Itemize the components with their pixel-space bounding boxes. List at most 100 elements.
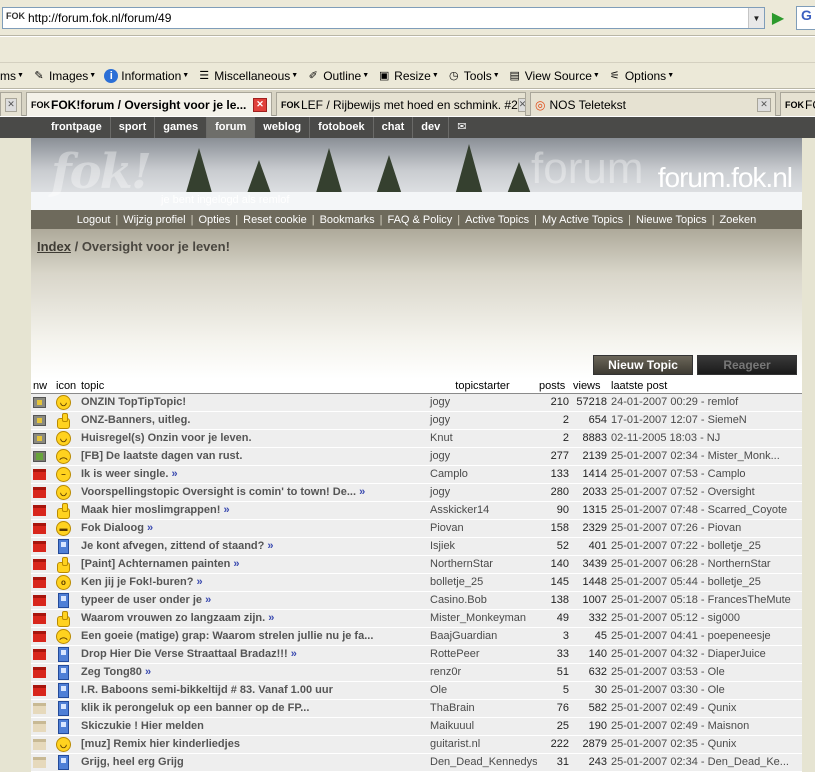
topic-row[interactable]: Waarom vrouwen zo langzaam zijn. » Mister… <box>31 609 802 628</box>
topic-starter[interactable]: jogy <box>428 483 537 502</box>
topic-row[interactable]: Zeg Tong80 » renz0r 51 632 25-01-2007 03:53 … <box>31 663 802 682</box>
toolbar-menu-view-source[interactable]: ▤ View Source ▼ <box>508 69 600 83</box>
topic-title-cell[interactable]: ONZIN TopTipTopic! <box>79 393 428 412</box>
topic-title-link[interactable]: Maak hier moslimgrappen! <box>81 504 220 516</box>
browser-tab[interactable]: FOKFC <box>780 92 815 116</box>
topic-last-post[interactable]: 25-01-2007 05:12 - sig000 <box>609 609 802 628</box>
nav-forum[interactable]: forum <box>207 117 256 138</box>
topic-last-post[interactable]: 25-01-2007 04:32 - DiaperJuice <box>609 645 802 664</box>
topic-last-post[interactable]: 25-01-2007 05:18 - FrancesTheMute <box>609 591 802 610</box>
topic-title-cell[interactable]: Huisregel(s) Onzin voor je leven. <box>79 429 428 448</box>
topic-starter[interactable]: Ole <box>428 681 537 700</box>
topic-starter[interactable]: ThaBrain <box>428 699 537 718</box>
topic-title-cell[interactable]: [muz] Remix hier kinderliedjes <box>79 735 428 754</box>
nav-fotoboek[interactable]: fotoboek <box>310 117 374 138</box>
browser-tab[interactable]: ◎ NOS Teletekst ✕ <box>530 92 776 116</box>
topic-row[interactable]: Grijg, heel erg Grijg Den_Dead_Kennedys 31… <box>31 753 802 772</box>
close-tab-icon[interactable]: ✕ <box>517 97 525 112</box>
toolbar-menu-options[interactable]: ⚟ Options ▼ <box>608 69 674 83</box>
fok-logo[interactable]: fok! <box>51 144 152 200</box>
topic-starter[interactable]: Isjiek <box>428 537 537 556</box>
topic-last-post[interactable]: 25-01-2007 02:49 - Qunix <box>609 699 802 718</box>
topic-starter[interactable]: jogy <box>428 393 537 412</box>
user-menu-nieuwe-topics[interactable]: Nieuwe Topics <box>636 214 707 226</box>
topic-title-link[interactable]: Je kont afvegen, zittend of staand? <box>81 540 264 552</box>
toolbar-menu-images[interactable]: ✎ Images ▼ <box>32 69 96 83</box>
nav-sport[interactable]: sport <box>111 117 156 138</box>
topic-starter[interactable]: Maikuuul <box>428 717 537 736</box>
last-page-link[interactable]: » <box>223 504 229 516</box>
last-page-link[interactable]: » <box>233 558 239 570</box>
topic-title-link[interactable]: Zeg Tong80 <box>81 666 142 678</box>
topic-row[interactable]: ︵ [FB] De laatste dagen van rust. jogy 277 2… <box>31 447 802 466</box>
topic-last-post[interactable]: 25-01-2007 05:44 - bolletje_25 <box>609 573 802 592</box>
tab-scroll-left-button[interactable]: ✕ <box>0 92 22 116</box>
topic-row[interactable]: Drop Hier Die Verse Straattaal Bradaz!!!… <box>31 645 802 664</box>
user-menu-zoeken[interactable]: Zoeken <box>720 214 757 226</box>
last-page-link[interactable]: » <box>147 522 153 534</box>
user-menu-my-active-topics[interactable]: My Active Topics <box>542 214 623 226</box>
topic-starter[interactable]: Knut <box>428 429 537 448</box>
topic-starter[interactable]: jogy <box>428 447 537 466</box>
toolbar-menu-resize[interactable]: ▣ Resize ▼ <box>377 69 439 83</box>
topic-last-post[interactable]: 25-01-2007 07:22 - bolletje_25 <box>609 537 802 556</box>
topic-row[interactable]: o Ken jij je Fok!-buren? » bolletje_25 145 1… <box>31 573 802 592</box>
reply-button[interactable]: Reageer <box>697 355 797 375</box>
topic-starter[interactable]: Piovan <box>428 519 537 538</box>
topic-title-link[interactable]: Waarom vrouwen zo langzaam zijn. <box>81 612 265 624</box>
topic-title-link[interactable]: typeer de user onder je <box>81 594 202 606</box>
topic-title-cell[interactable]: I.R. Baboons semi-bikkeltijd # 83. Vanaf… <box>79 681 428 700</box>
topic-title-link[interactable]: [muz] Remix hier kinderliedjes <box>81 738 240 750</box>
topic-row[interactable]: ▬ Fok Dialoog » Piovan 158 2329 25-01-2007 07… <box>31 519 802 538</box>
topic-last-post[interactable]: 25-01-2007 06:28 - NorthernStar <box>609 555 802 574</box>
topic-starter[interactable]: guitarist.nl <box>428 735 537 754</box>
topic-title-cell[interactable]: Zeg Tong80 » <box>79 663 428 682</box>
topic-title-cell[interactable]: Waarom vrouwen zo langzaam zijn. » <box>79 609 428 628</box>
topic-title-link[interactable]: ONZIN TopTipTopic! <box>81 396 186 408</box>
topic-last-post[interactable]: 17-01-2007 12:07 - SiemeN <box>609 411 802 430</box>
topic-title-cell[interactable]: Grijg, heel erg Grijg <box>79 753 428 772</box>
topic-last-post[interactable]: 25-01-2007 07:53 - Camplo <box>609 465 802 484</box>
user-menu-logout[interactable]: Logout <box>77 214 111 226</box>
topic-title-link[interactable]: Een goeie (matige) grap: Waarom strelen … <box>81 630 373 642</box>
topic-starter[interactable]: renz0r <box>428 663 537 682</box>
topic-starter[interactable]: Casino.Bob <box>428 591 537 610</box>
topic-row[interactable]: Skiczukie ! Hier melden Maikuuul 25 190 25-0… <box>31 717 802 736</box>
search-engine-icon[interactable]: G <box>796 6 815 30</box>
address-url[interactable]: http://forum.fok.nl/forum/49 <box>28 11 748 25</box>
topic-title-cell[interactable]: Skiczukie ! Hier melden <box>79 717 428 736</box>
last-page-link[interactable]: » <box>205 594 211 606</box>
topic-row[interactable]: ONZ-Banners, uitleg. jogy 2 654 17-01-2007 1… <box>31 411 802 430</box>
topic-title-cell[interactable]: [Paint] Achternamen painten » <box>79 555 428 574</box>
topic-title-cell[interactable]: Een goeie (matige) grap: Waarom strelen … <box>79 627 428 646</box>
address-bar[interactable]: FOK http://forum.fok.nl/forum/49 ▼ <box>2 7 765 29</box>
last-page-link[interactable]: » <box>172 468 178 480</box>
topic-last-post[interactable]: 02-11-2005 18:03 - NJ <box>609 429 802 448</box>
nav-weblog[interactable]: weblog <box>255 117 311 138</box>
topic-row[interactable]: klik ik perongeluk op een banner op de F… <box>31 699 802 718</box>
topic-title-link[interactable]: [FB] De laatste dagen van rust. <box>81 450 242 462</box>
toolbar-menu-miscellaneous[interactable]: ☰ Miscellaneous ▼ <box>197 69 298 83</box>
topic-last-post[interactable]: 25-01-2007 07:52 - Oversight <box>609 483 802 502</box>
nav-games[interactable]: games <box>155 117 208 138</box>
go-arrow-icon[interactable]: ▶ <box>768 8 788 28</box>
topic-row[interactable]: ◡ [muz] Remix hier kinderliedjes guitarist… <box>31 735 802 754</box>
topic-last-post[interactable]: 25-01-2007 04:41 - poepeneesje <box>609 627 802 646</box>
topic-last-post[interactable]: 24-01-2007 00:29 - remlof <box>609 393 802 412</box>
breadcrumb-index-link[interactable]: Index <box>37 239 71 254</box>
topic-row[interactable]: – Ik is weer single. » Camplo 133 1414 25-01-… <box>31 465 802 484</box>
topic-last-post[interactable]: 25-01-2007 02:49 - Maisnon <box>609 717 802 736</box>
topic-last-post[interactable]: 25-01-2007 07:26 - Piovan <box>609 519 802 538</box>
nav-dev[interactable]: dev <box>413 117 450 138</box>
topic-row[interactable]: ◡ Huisregel(s) Onzin voor je leven. Knut 2 8… <box>31 429 802 448</box>
topic-title-cell[interactable]: Ik is weer single. » <box>79 465 428 484</box>
last-page-link[interactable]: » <box>359 486 365 498</box>
topic-starter[interactable]: NorthernStar <box>428 555 537 574</box>
topic-title-cell[interactable]: typeer de user onder je » <box>79 591 428 610</box>
nav-frontpage[interactable]: frontpage <box>43 117 111 138</box>
user-menu-active-topics[interactable]: Active Topics <box>465 214 529 226</box>
topic-starter[interactable]: jogy <box>428 411 537 430</box>
user-menu-opties[interactable]: Opties <box>198 214 230 226</box>
topic-title-cell[interactable]: Maak hier moslimgrappen! » <box>79 501 428 520</box>
toolbar-menu-outline[interactable]: ✐ Outline ▼ <box>306 69 370 83</box>
